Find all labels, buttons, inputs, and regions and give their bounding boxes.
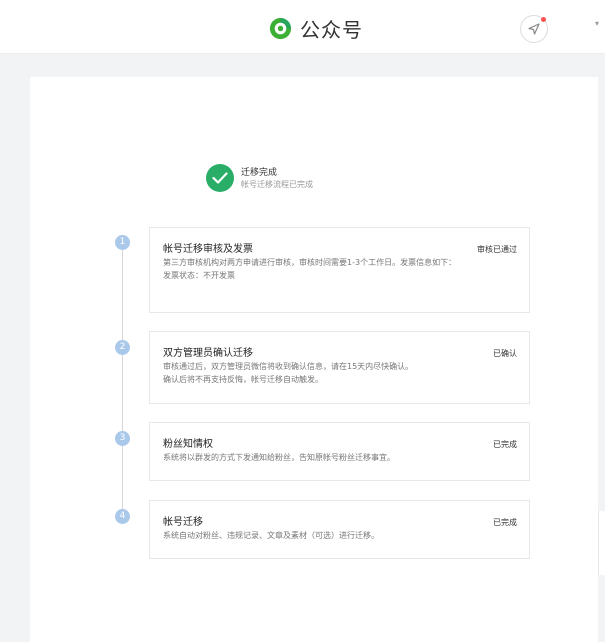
step-number-1: 1 [115,235,130,250]
step-number-3: 3 [115,431,130,446]
step-card-2: 双方管理员确认迁移 审核通过后，双方管理员微信将收到确认信息，请在15天内尽快确… [149,331,530,404]
app-title: 公众号 [300,17,363,42]
step-description-note: 确认后将不再支持反悔，帐号迁移自动触发。 [163,375,323,384]
timeline-line [122,249,123,524]
step-status: 已完成 [493,518,517,527]
notification-dot [541,17,546,22]
wechat-official-account-logo [269,17,292,39]
step-title: 双方管理员确认迁移 [163,348,253,359]
step-description-text: 审核通过后，双方管理员微信将收到确认信息，请在15天内尽快确认。 [163,362,414,371]
step-title: 帐号迁移审核及发票 [163,244,253,255]
location-arrow-icon [528,23,540,35]
step-title: 粉丝知情权 [163,439,213,450]
step-card-4: 帐号迁移 系统自动对粉丝、违规记录、文章及素材（可选）进行迁移。 已完成 [149,500,530,559]
status-title: 迁移完成 [241,168,278,178]
brand[interactable]: 公众号 [267,14,363,42]
step-description: 系统将以群发的方式下发通知给粉丝，告知原帐号粉丝迁移事宜。 [163,453,395,462]
step-number-2: 2 [115,340,130,355]
side-panel-edge [598,511,605,575]
step-title: 帐号迁移 [163,517,203,528]
status-description: 帐号迁移流程已完成 [241,180,313,189]
migration-card: 迁移完成 帐号迁移流程已完成 1 帐号迁移审核及发票 第三方审核机构对两方申请进… [30,77,598,642]
step-status: 已完成 [493,440,517,449]
step-card-1: 帐号迁移审核及发票 第三方审核机构对两方申请进行审核，审核时间需要1-3个工作日… [149,227,530,313]
step-description-text: 第三方审核机构对两方申请进行审核，审核时间需要1-3个工作日。发票信息如下： [163,258,457,267]
step-status: 审核已通过 [477,245,517,254]
step-card-3: 粉丝知情权 系统将以群发的方式下发通知给粉丝，告知原帐号粉丝迁移事宜。 已完成 [149,422,530,481]
step-status: 已确认 [493,349,517,358]
top-bar: 公众号 ▾ [0,0,605,54]
check-icon [212,172,228,184]
step-description: 系统自动对粉丝、违规记录、文章及素材（可选）进行迁移。 [163,531,379,540]
chevron-down-icon[interactable]: ▾ [595,19,599,28]
location-button[interactable] [520,15,548,43]
step-description: 第三方审核机构对两方申请进行审核，审核时间需要1-3个工作日。发票信息如下： 发… [163,256,463,282]
success-badge [206,164,234,192]
step-number-4: 4 [115,509,130,524]
step-invoice-status: 发票状态：不开发票 [163,271,235,280]
step-description: 审核通过后，双方管理员微信将收到确认信息，请在15天内尽快确认。 确认后将不再支… [163,360,463,386]
